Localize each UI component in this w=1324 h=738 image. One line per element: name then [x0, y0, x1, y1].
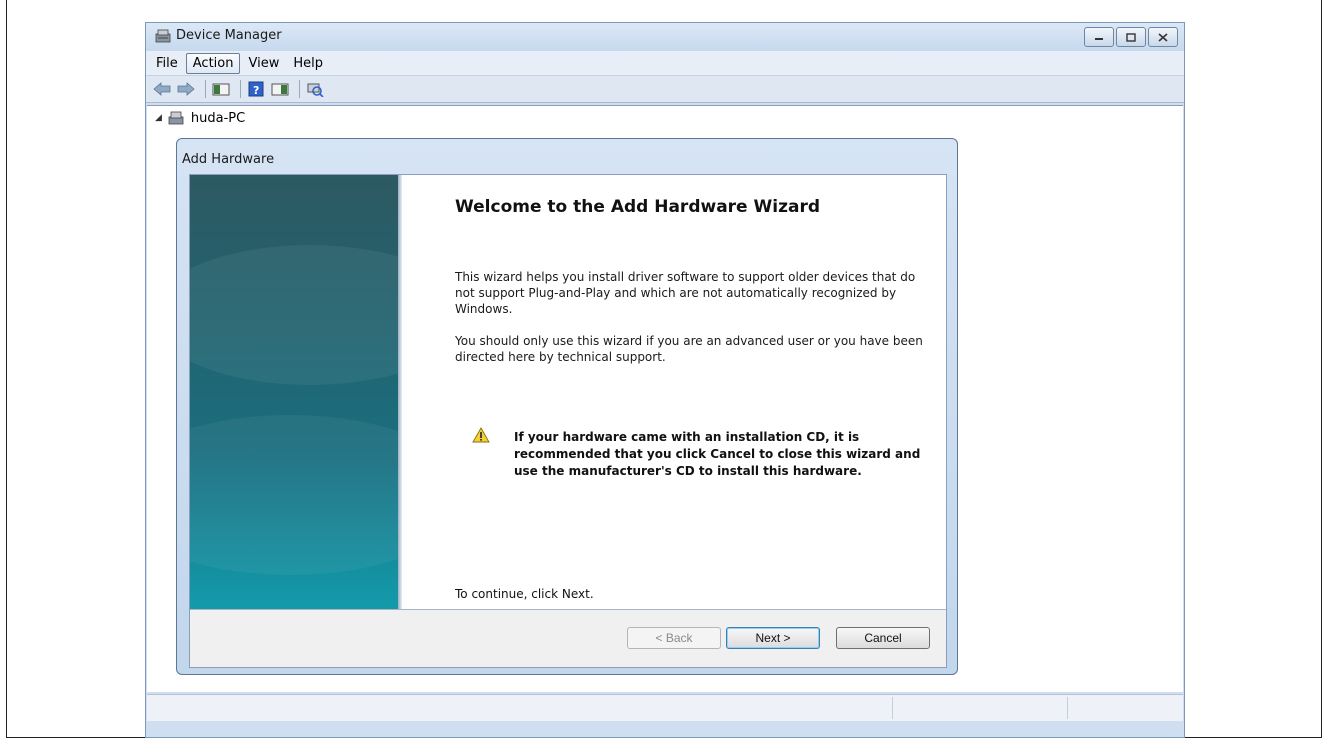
next-button[interactable]: Next > — [726, 627, 820, 649]
forward-arrow-icon — [177, 82, 195, 96]
toolbar-separator — [240, 80, 241, 98]
toolbar: ? — [146, 76, 1184, 103]
minimize-icon — [1095, 38, 1103, 40]
close-button[interactable] — [1148, 27, 1178, 47]
console-tree-icon — [212, 83, 230, 96]
add-hardware-dialog: Add Hardware Welcome to the Add Hardware… — [176, 138, 958, 675]
menu-view[interactable]: View — [242, 54, 285, 73]
wizard-banner-image — [190, 175, 398, 609]
wizard-description: This wizard helps you install driver sof… — [455, 270, 916, 316]
menu-action[interactable]: Action — [185, 52, 241, 74]
tree-root-node[interactable]: ◢ huda-PC — [155, 110, 245, 126]
maximize-icon — [1126, 32, 1136, 42]
close-icon — [1158, 32, 1168, 42]
continue-instruction: To continue, click Next. — [455, 587, 594, 601]
banner-wave — [190, 415, 398, 575]
expand-arrow-icon[interactable]: ◢ — [155, 113, 162, 123]
action-pane-icon — [271, 83, 289, 96]
show-hide-console-tree-button[interactable] — [211, 80, 231, 98]
menu-help[interactable]: Help — [287, 54, 329, 73]
tree-root-label: huda-PC — [190, 110, 246, 126]
computer-icon — [168, 111, 184, 125]
toolbar-separator — [205, 80, 206, 98]
help-button[interactable]: ? — [246, 80, 266, 98]
wizard-heading: Welcome to the Add Hardware Wizard — [455, 197, 820, 217]
banner-wave — [190, 245, 398, 385]
scan-hardware-icon — [307, 83, 324, 97]
dialog-title: Add Hardware — [182, 152, 275, 167]
status-divider — [892, 697, 893, 719]
device-manager-icon — [155, 29, 171, 43]
toolbar-separator — [299, 80, 300, 98]
title-bar[interactable]: Device Manager — [146, 23, 1184, 51]
cancel-button[interactable]: Cancel — [836, 627, 930, 649]
wizard-content: Welcome to the Add Hardware Wizard This … — [402, 175, 946, 609]
back-button[interactable] — [152, 80, 172, 98]
menu-bar: File Action View Help — [146, 51, 1184, 76]
wizard-advice: You should only use this wizard if you a… — [455, 334, 923, 364]
forward-button[interactable] — [176, 80, 196, 98]
svg-text:?: ? — [253, 84, 259, 97]
maximize-button[interactable] — [1116, 27, 1146, 47]
scan-hardware-changes-button[interactable] — [305, 80, 325, 98]
back-arrow-icon — [153, 82, 171, 96]
window-title: Device Manager — [176, 28, 282, 43]
help-icon: ? — [248, 81, 264, 97]
show-action-pane-button[interactable] — [270, 80, 290, 98]
menu-file[interactable]: File — [150, 54, 184, 73]
warning-text: If your hardware came with an installati… — [514, 430, 921, 478]
status-bar — [147, 694, 1183, 721]
dialog-body: Welcome to the Add Hardware Wizard This … — [189, 174, 947, 668]
warning-icon — [472, 427, 490, 443]
minimize-button[interactable] — [1084, 27, 1114, 47]
caption-buttons — [1084, 27, 1178, 47]
status-divider — [1067, 697, 1068, 719]
button-separator — [190, 609, 946, 610]
back-button-disabled[interactable]: < Back — [627, 627, 721, 649]
